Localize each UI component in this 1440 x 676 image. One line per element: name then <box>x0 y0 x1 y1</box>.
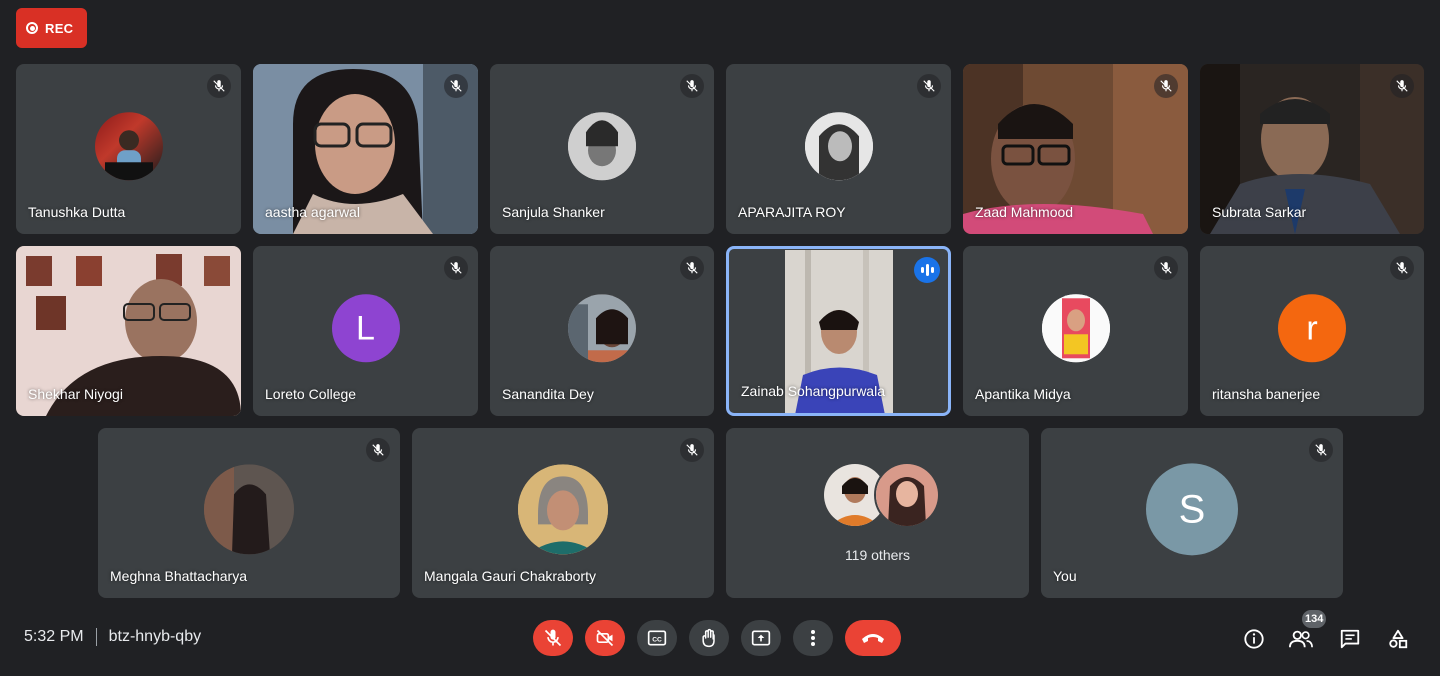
avatar <box>804 112 873 181</box>
chat-button[interactable] <box>1337 626 1363 652</box>
activities-shapes-icon <box>1389 629 1408 649</box>
participant-tile-sanandita[interactable]: Sanandita Dey <box>490 246 714 416</box>
avatar <box>568 294 636 363</box>
camera-toggle-button[interactable] <box>585 620 625 656</box>
closed-captions-icon: CC <box>647 630 667 646</box>
mic-off-icon <box>917 74 941 98</box>
participant-tile-aparajita[interactable]: APARAJITA ROY <box>726 64 951 234</box>
recording-indicator: REC <box>16 8 87 48</box>
present-icon <box>751 630 771 646</box>
participant-name: Subrata Sarkar <box>1212 204 1307 220</box>
raise-hand-button[interactable] <box>689 620 729 656</box>
mic-off-icon <box>1390 74 1414 98</box>
participant-name: Apantika Midya <box>975 386 1071 402</box>
participant-name: Sanandita Dey <box>502 386 594 402</box>
divider <box>95 628 97 646</box>
others-count-label: 119 others <box>844 547 911 563</box>
participant-tile-subrata[interactable]: Subrata Sarkar <box>1200 64 1424 234</box>
people-count-badge: 134 <box>1302 610 1327 628</box>
camera-off-icon <box>596 629 614 647</box>
hang-up-icon <box>862 634 884 643</box>
record-icon <box>26 22 38 34</box>
participant-tile-you[interactable]: S You <box>1041 428 1343 598</box>
mic-off-icon <box>207 74 231 98</box>
mic-off-icon <box>366 438 390 462</box>
avatar <box>518 464 608 555</box>
avatar <box>204 464 294 555</box>
participant-tile-ritansha[interactable]: r ritansha banerjee <box>1200 246 1424 416</box>
participant-tile-shekhar[interactable]: Shekhar Niyogi <box>16 246 241 416</box>
svg-text:CC: CC <box>652 636 662 643</box>
participant-name: ritansha banerjee <box>1212 386 1321 402</box>
chat-icon <box>1340 629 1360 649</box>
avatar <box>568 112 636 181</box>
activities-button[interactable] <box>1385 626 1411 652</box>
participant-tile-sanjula[interactable]: Sanjula Shanker <box>490 64 714 234</box>
participant-tile-loreto[interactable]: L Loreto College <box>253 246 478 416</box>
participant-name: APARAJITA ROY <box>738 204 846 220</box>
mic-off-icon <box>680 438 704 462</box>
mic-off-icon <box>444 74 468 98</box>
avatar <box>1041 294 1110 363</box>
speaking-indicator-icon <box>914 257 940 283</box>
participant-name: Zainab Sohangpurwala <box>741 383 885 399</box>
participant-tile-zaad[interactable]: Zaad Mahmood <box>963 64 1188 234</box>
participant-name: Shekhar Niyogi <box>28 386 123 402</box>
info-icon <box>1244 629 1264 649</box>
participant-tile-zainab[interactable]: Zainab Sohangpurwala <box>726 246 951 416</box>
people-icon <box>1289 630 1313 648</box>
leave-call-button[interactable] <box>845 620 901 656</box>
microphone-toggle-button[interactable] <box>533 620 573 656</box>
meeting-code[interactable]: btz-hnyb-qby <box>109 628 202 646</box>
participant-name: You <box>1053 568 1077 584</box>
mic-off-icon <box>444 256 468 280</box>
participant-name: Sanjula Shanker <box>502 204 605 220</box>
more-vert-icon <box>811 630 815 646</box>
hand-icon <box>702 628 715 648</box>
mic-off-icon <box>1154 256 1178 280</box>
mic-off-icon <box>544 629 562 647</box>
avatar: S <box>1146 463 1238 556</box>
others-tile[interactable]: 119 others <box>726 428 1029 598</box>
participant-name: Loreto College <box>265 386 357 402</box>
participant-tile-aastha[interactable]: aastha agarwal <box>253 64 478 234</box>
more-options-button[interactable] <box>793 620 833 656</box>
mic-off-icon <box>680 74 704 98</box>
participant-tile-tanushka[interactable]: Tanushka Dutta <box>16 64 241 234</box>
recording-label: REC <box>45 20 74 36</box>
avatar <box>94 112 163 181</box>
participant-name: Meghna Bhattacharya <box>110 568 247 584</box>
present-screen-button[interactable] <box>741 620 781 656</box>
meeting-details-button[interactable] <box>1241 626 1267 652</box>
people-button[interactable] <box>1288 626 1314 652</box>
participant-name: aastha agarwal <box>265 204 360 220</box>
mic-off-icon <box>1390 256 1414 280</box>
mic-off-icon <box>1154 74 1178 98</box>
avatar: r <box>1278 294 1346 363</box>
mic-off-icon <box>680 256 704 280</box>
participant-name: Tanushka Dutta <box>28 204 126 220</box>
participant-name: Mangala Gauri Chakraborty <box>424 568 596 584</box>
participant-tile-mangala[interactable]: Mangala Gauri Chakraborty <box>412 428 714 598</box>
meeting-time: 5:32 PM <box>24 628 84 645</box>
participant-name: Zaad Mahmood <box>975 204 1074 220</box>
mic-off-icon <box>1309 438 1333 462</box>
avatar: L <box>331 294 400 363</box>
others-avatar <box>874 462 940 528</box>
meeting-info: 5:32 PM btz-hnyb-qby <box>24 628 201 646</box>
captions-button[interactable]: CC <box>637 620 677 656</box>
participant-tile-meghna[interactable]: Meghna Bhattacharya <box>98 428 400 598</box>
participant-tile-apantika[interactable]: Apantika Midya <box>963 246 1188 416</box>
